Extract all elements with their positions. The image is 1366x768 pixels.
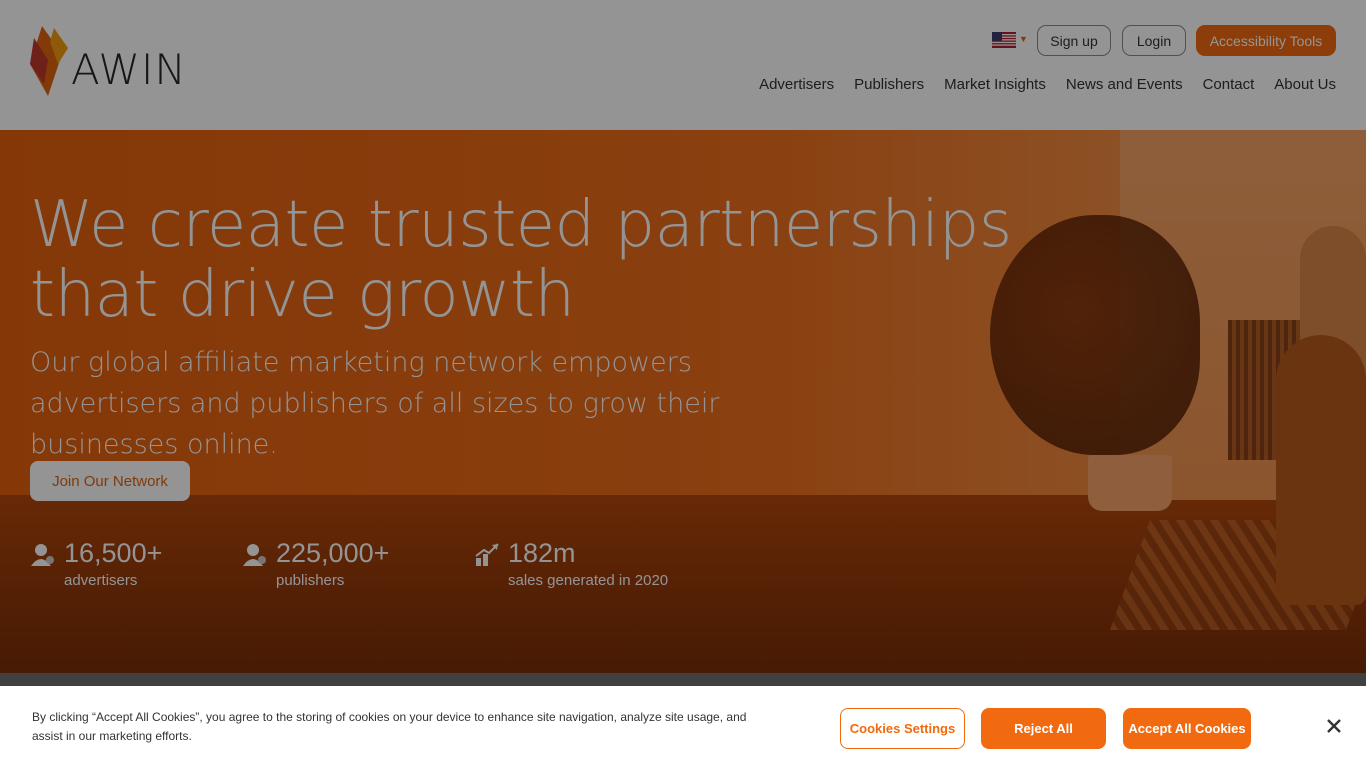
stat-label: advertisers bbox=[64, 572, 138, 589]
awin-logo-mark-icon bbox=[30, 26, 68, 96]
nav-advertisers[interactable]: Advertisers bbox=[759, 76, 834, 93]
nav-about-us[interactable]: About Us bbox=[1274, 76, 1336, 93]
nav-market-insights[interactable]: Market Insights bbox=[944, 76, 1046, 93]
awin-logo[interactable]: AWIN bbox=[28, 24, 198, 98]
hero-title: We create trusted partnerships that driv… bbox=[30, 188, 1012, 332]
accept-all-cookies-button[interactable]: Accept All Cookies bbox=[1123, 708, 1251, 749]
stat-label: publishers bbox=[276, 572, 345, 589]
cookie-banner: By clicking “Accept All Cookies”, you ag… bbox=[0, 686, 1366, 768]
growth-chart-icon bbox=[475, 543, 499, 566]
signup-button[interactable]: Sign up bbox=[1037, 25, 1111, 56]
nav-contact[interactable]: Contact bbox=[1203, 76, 1255, 93]
site-header: AWIN ▼ Sign up Login Accessibility Tools… bbox=[0, 0, 1366, 130]
login-button[interactable]: Login bbox=[1122, 25, 1186, 56]
publisher-icon bbox=[243, 544, 266, 566]
person-sitting-image bbox=[1276, 335, 1366, 605]
nav-publishers[interactable]: Publishers bbox=[854, 76, 924, 93]
cookie-consent-text: By clicking “Accept All Cookies”, you ag… bbox=[32, 710, 747, 743]
nav-news-and-events[interactable]: News and Events bbox=[1066, 76, 1183, 93]
cookies-settings-button[interactable]: Cookies Settings bbox=[840, 708, 965, 749]
hero-subtitle: Our global affiliate marketing network e… bbox=[30, 347, 720, 460]
stat-value: 182m bbox=[508, 538, 576, 568]
logo-text: AWIN bbox=[71, 45, 187, 94]
hero-section: We create trusted partnerships that driv… bbox=[0, 130, 1366, 673]
reject-all-button[interactable]: Reject All bbox=[981, 708, 1106, 749]
stat-label: sales generated in 2020 bbox=[508, 572, 669, 589]
plant-pot-image bbox=[1088, 455, 1172, 511]
main-nav: Advertisers Publishers Market Insights N… bbox=[759, 76, 1336, 93]
stat-value: 225,000+ bbox=[276, 538, 390, 568]
accessibility-tools-button[interactable]: Accessibility Tools bbox=[1196, 25, 1336, 56]
join-network-button[interactable]: Join Our Network bbox=[30, 461, 190, 501]
advertiser-icon bbox=[31, 544, 54, 566]
close-icon[interactable] bbox=[1322, 714, 1346, 738]
us-flag-icon[interactable] bbox=[992, 32, 1016, 48]
chevron-down-icon[interactable]: ▼ bbox=[1019, 34, 1028, 44]
stat-value: 16,500+ bbox=[64, 538, 163, 568]
